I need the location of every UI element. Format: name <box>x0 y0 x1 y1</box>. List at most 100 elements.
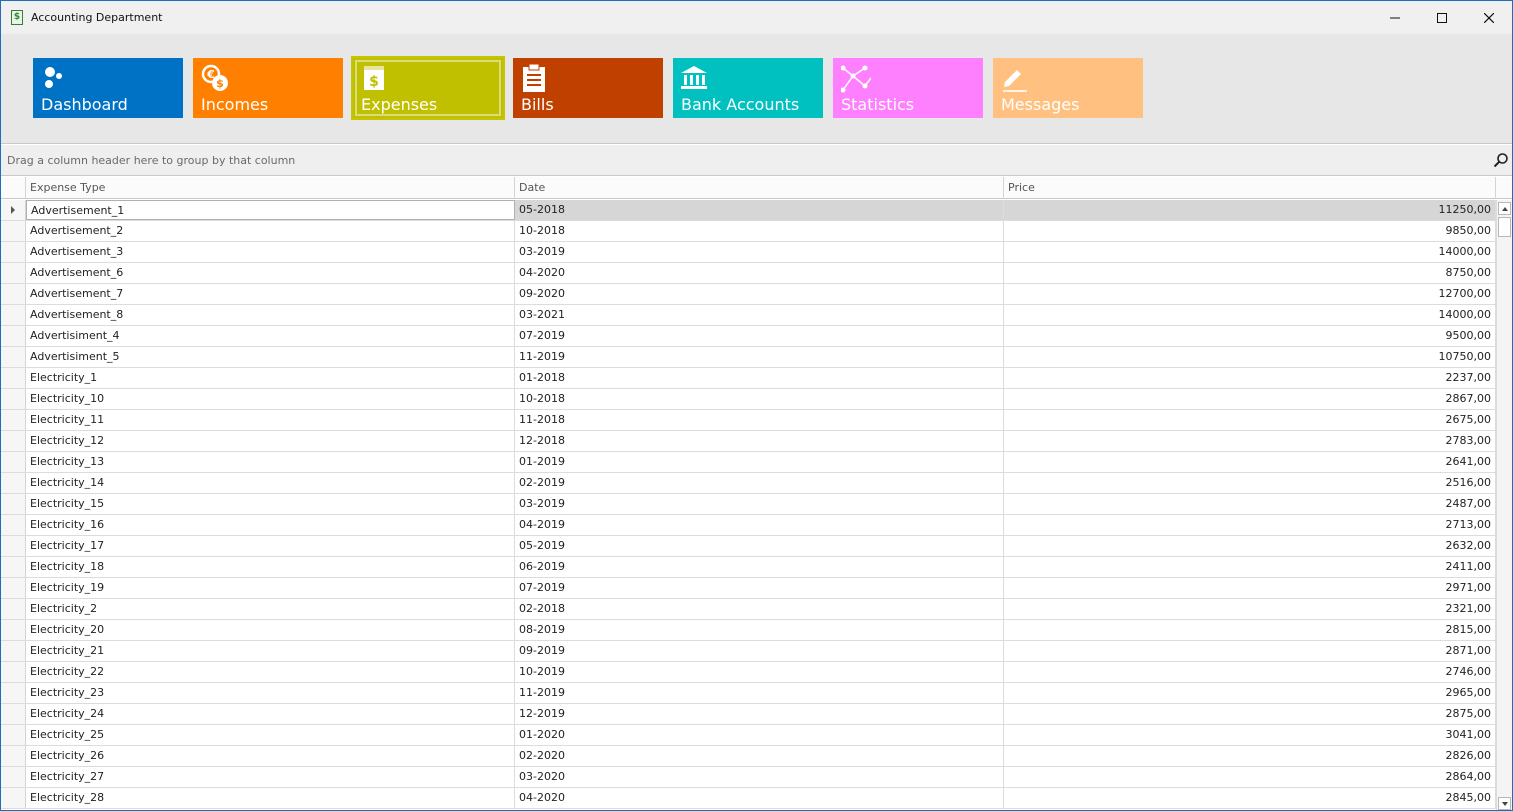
vertical-scrollbar[interactable] <box>1496 200 1512 810</box>
tile-incomes[interactable]: € $ Incomes <box>193 58 343 118</box>
cell-date[interactable]: 07-2019 <box>515 578 1004 598</box>
table-row[interactable]: Advertisiment_4 07-2019 9500,00 <box>1 326 1496 347</box>
column-header-expense-type[interactable]: Expense Type <box>26 177 515 199</box>
cell-date[interactable]: 10-2018 <box>515 389 1004 409</box>
cell-date[interactable]: 01-2019 <box>515 452 1004 472</box>
cell-date[interactable]: 03-2021 <box>515 305 1004 325</box>
cell-expense-type[interactable]: Advertisement_3 <box>26 242 515 262</box>
table-row[interactable]: Electricity_26 02-2020 2826,00 <box>1 746 1496 767</box>
cell-date[interactable]: 10-2019 <box>515 662 1004 682</box>
row-indicator[interactable] <box>1 620 26 640</box>
tile-messages[interactable]: Messages <box>993 58 1143 118</box>
row-indicator[interactable] <box>1 431 26 451</box>
table-row[interactable]: Electricity_20 08-2019 2815,00 <box>1 620 1496 641</box>
table-row[interactable]: Advertisement_2 10-2018 9850,00 <box>1 221 1496 242</box>
row-indicator[interactable] <box>1 557 26 577</box>
table-row[interactable]: Advertisement_3 03-2019 14000,00 <box>1 242 1496 263</box>
cell-price[interactable]: 2783,00 <box>1004 431 1496 451</box>
cell-date[interactable]: 11-2019 <box>515 347 1004 367</box>
row-indicator[interactable] <box>1 284 26 304</box>
cell-price[interactable]: 2632,00 <box>1004 536 1496 556</box>
cell-expense-type[interactable]: Advertisement_6 <box>26 263 515 283</box>
cell-expense-type[interactable]: Electricity_28 <box>26 788 515 808</box>
cell-price[interactable]: 3041,00 <box>1004 725 1496 745</box>
cell-date[interactable]: 04-2020 <box>515 263 1004 283</box>
row-indicator[interactable] <box>1 599 26 619</box>
cell-expense-type[interactable]: Electricity_13 <box>26 452 515 472</box>
table-row[interactable]: Electricity_12 12-2018 2783,00 <box>1 431 1496 452</box>
column-header-price[interactable]: Price <box>1004 177 1496 199</box>
cell-expense-type[interactable]: Electricity_16 <box>26 515 515 535</box>
row-indicator[interactable] <box>1 263 26 283</box>
row-indicator[interactable] <box>1 683 26 703</box>
row-indicator[interactable] <box>1 389 26 409</box>
cell-date[interactable]: 12-2018 <box>515 431 1004 451</box>
table-row[interactable]: Electricity_19 07-2019 2971,00 <box>1 578 1496 599</box>
cell-expense-type[interactable]: Electricity_19 <box>26 578 515 598</box>
cell-price[interactable]: 12700,00 <box>1004 284 1496 304</box>
table-row[interactable]: Electricity_15 03-2019 2487,00 <box>1 494 1496 515</box>
cell-expense-type[interactable]: Advertisiment_4 <box>26 326 515 346</box>
table-row[interactable]: Advertisement_6 04-2020 8750,00 <box>1 263 1496 284</box>
cell-price[interactable]: 2826,00 <box>1004 746 1496 766</box>
minimize-button[interactable] <box>1372 1 1418 34</box>
table-row[interactable]: Electricity_18 06-2019 2411,00 <box>1 557 1496 578</box>
cell-date[interactable]: 08-2019 <box>515 620 1004 640</box>
table-row[interactable]: Electricity_22 10-2019 2746,00 <box>1 662 1496 683</box>
cell-price[interactable]: 2713,00 <box>1004 515 1496 535</box>
cell-price[interactable]: 9500,00 <box>1004 326 1496 346</box>
row-indicator[interactable] <box>1 746 26 766</box>
cell-price[interactable]: 2487,00 <box>1004 494 1496 514</box>
cell-expense-type[interactable]: Electricity_11 <box>26 410 515 430</box>
row-indicator[interactable] <box>1 200 26 220</box>
cell-price[interactable]: 2867,00 <box>1004 389 1496 409</box>
table-row[interactable]: Electricity_11 11-2018 2675,00 <box>1 410 1496 431</box>
cell-price[interactable]: 2965,00 <box>1004 683 1496 703</box>
cell-price[interactable]: 11250,00 <box>1004 200 1496 220</box>
table-row[interactable]: Electricity_1 01-2018 2237,00 <box>1 368 1496 389</box>
table-row[interactable]: Electricity_21 09-2019 2871,00 <box>1 641 1496 662</box>
cell-expense-type[interactable]: Electricity_24 <box>26 704 515 724</box>
cell-price[interactable]: 2411,00 <box>1004 557 1496 577</box>
cell-date[interactable]: 03-2020 <box>515 767 1004 787</box>
cell-date[interactable]: 11-2019 <box>515 683 1004 703</box>
tile-dashboard[interactable]: Dashboard <box>33 58 183 118</box>
cell-date[interactable]: 01-2018 <box>515 368 1004 388</box>
cell-price[interactable]: 9850,00 <box>1004 221 1496 241</box>
maximize-button[interactable] <box>1419 1 1465 34</box>
table-row[interactable]: Advertisiment_5 11-2019 10750,00 <box>1 347 1496 368</box>
cell-price[interactable]: 2516,00 <box>1004 473 1496 493</box>
cell-expense-type[interactable]: Electricity_12 <box>26 431 515 451</box>
cell-expense-type[interactable]: Electricity_27 <box>26 767 515 787</box>
cell-date[interactable]: 03-2019 <box>515 242 1004 262</box>
cell-date[interactable]: 01-2020 <box>515 725 1004 745</box>
cell-date[interactable]: 04-2020 <box>515 788 1004 808</box>
row-indicator[interactable] <box>1 725 26 745</box>
cell-date[interactable]: 03-2019 <box>515 494 1004 514</box>
cell-date[interactable]: 11-2018 <box>515 410 1004 430</box>
table-row[interactable]: Electricity_13 01-2019 2641,00 <box>1 452 1496 473</box>
row-indicator[interactable] <box>1 368 26 388</box>
row-indicator[interactable] <box>1 704 26 724</box>
row-indicator[interactable] <box>1 221 26 241</box>
table-row[interactable]: Electricity_2 02-2018 2321,00 <box>1 599 1496 620</box>
cell-expense-type[interactable]: Advertisement_1 <box>26 200 515 220</box>
cell-expense-type[interactable]: Electricity_25 <box>26 725 515 745</box>
cell-expense-type[interactable]: Advertisiment_5 <box>26 347 515 367</box>
cell-price[interactable]: 2875,00 <box>1004 704 1496 724</box>
cell-expense-type[interactable]: Electricity_2 <box>26 599 515 619</box>
cell-expense-type[interactable]: Electricity_15 <box>26 494 515 514</box>
row-indicator[interactable] <box>1 641 26 661</box>
cell-date[interactable]: 10-2018 <box>515 221 1004 241</box>
cell-price[interactable]: 2864,00 <box>1004 767 1496 787</box>
cell-price[interactable]: 2321,00 <box>1004 599 1496 619</box>
row-indicator[interactable] <box>1 788 26 808</box>
cell-date[interactable]: 09-2020 <box>515 284 1004 304</box>
row-indicator[interactable] <box>1 515 26 535</box>
cell-price[interactable]: 2871,00 <box>1004 641 1496 661</box>
cell-expense-type[interactable]: Advertisement_8 <box>26 305 515 325</box>
cell-date[interactable]: 07-2019 <box>515 326 1004 346</box>
row-indicator[interactable] <box>1 242 26 262</box>
cell-date[interactable]: 02-2018 <box>515 599 1004 619</box>
tile-statistics[interactable]: Statistics <box>833 58 983 118</box>
